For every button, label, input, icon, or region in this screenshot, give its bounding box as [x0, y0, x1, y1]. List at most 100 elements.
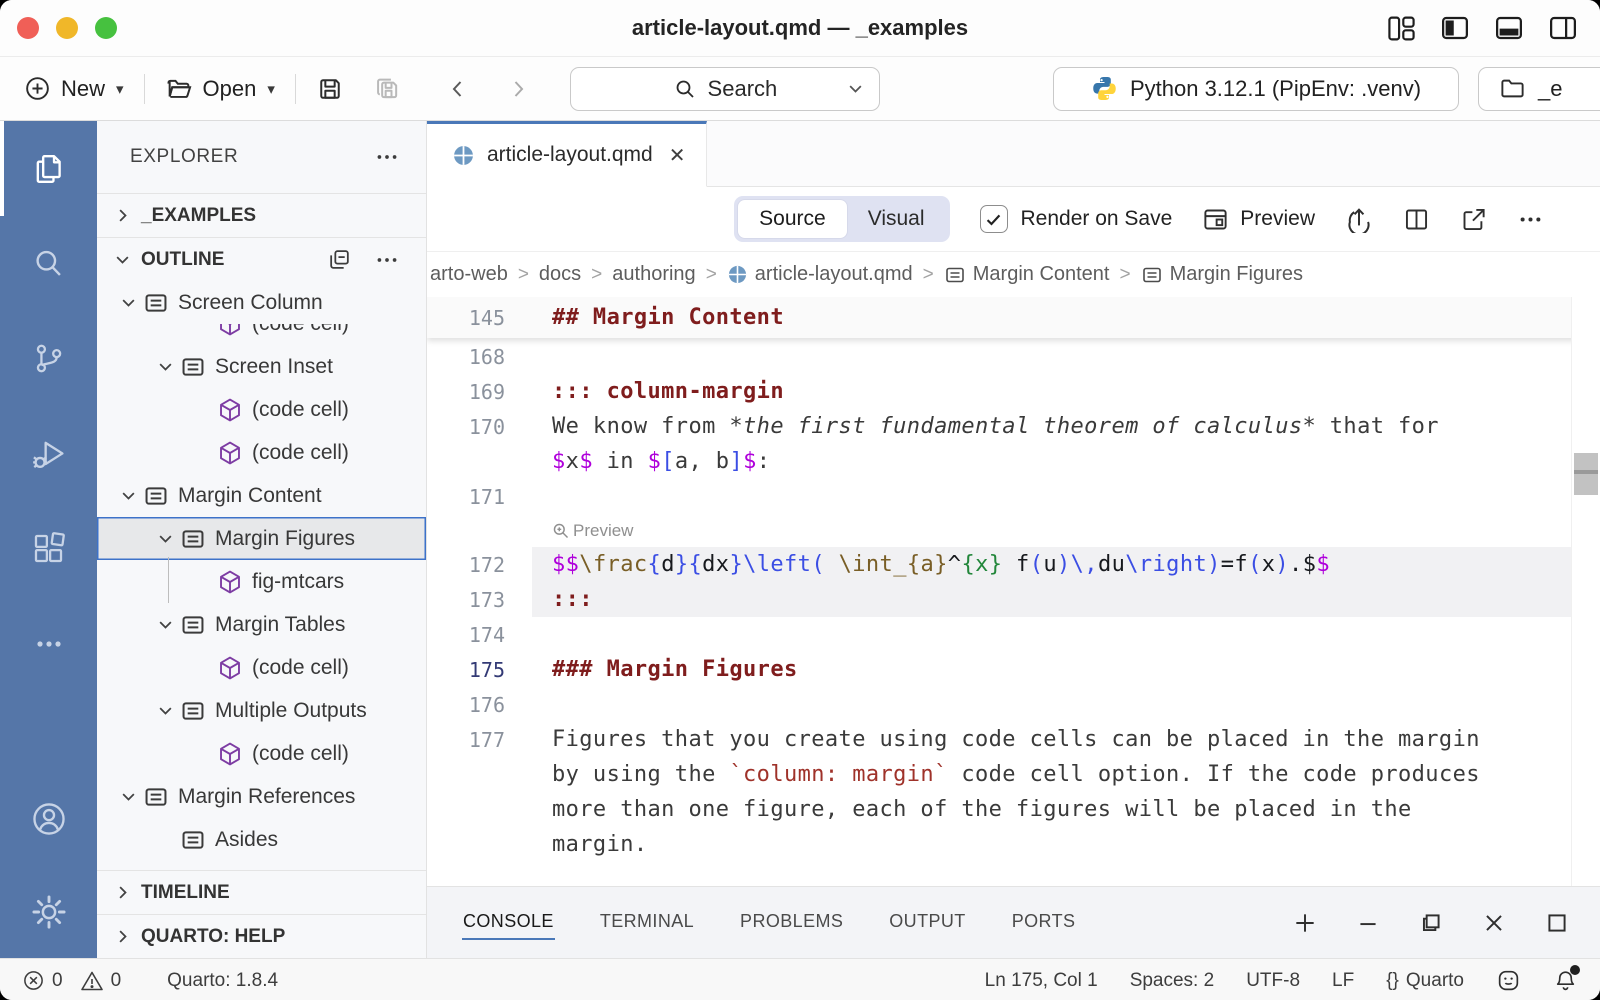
activity-settings-button[interactable]: [0, 865, 97, 958]
code-line[interactable]: 168: [427, 339, 1600, 374]
outline-item[interactable]: Screen Inset: [97, 345, 426, 388]
code-line[interactable]: by using the `column: margin` code cell …: [427, 757, 1600, 792]
save-icon[interactable]: [316, 75, 344, 103]
outline-item[interactable]: Margin Figures: [97, 517, 426, 560]
code-line[interactable]: 175### Margin Figures: [427, 652, 1600, 687]
code-line[interactable]: 169::: column-margin: [427, 374, 1600, 409]
activity-explorer-button[interactable]: [0, 121, 97, 216]
outline-item[interactable]: Margin Content: [97, 474, 426, 517]
breadcrumb-item[interactable]: Margin Content: [944, 263, 1110, 286]
code-line[interactable]: 177Figures that you create using code ce…: [427, 722, 1600, 757]
search-input[interactable]: Search: [570, 67, 880, 111]
section-examples[interactable]: _EXAMPLES: [97, 193, 426, 237]
panel-tab-terminal[interactable]: TERMINAL: [599, 905, 695, 940]
preview-button[interactable]: Preview: [1202, 206, 1315, 233]
section-timeline[interactable]: TIMELINE: [97, 870, 426, 914]
feedback-button[interactable]: [1496, 968, 1521, 993]
outline-item[interactable]: (code cell): [97, 646, 426, 689]
code-line[interactable]: margin.: [427, 827, 1600, 862]
section-quarto-help[interactable]: QUARTO: HELP: [97, 914, 426, 958]
quarto-version-status[interactable]: Quarto: 1.8.4: [167, 970, 278, 992]
close-window-button[interactable]: [17, 17, 39, 39]
section-outline[interactable]: OUTLINE: [97, 237, 426, 281]
eol-status[interactable]: LF: [1332, 970, 1354, 992]
save-all-icon[interactable]: [374, 75, 402, 103]
more-actions-icon[interactable]: [1517, 206, 1544, 233]
breadcrumb-item[interactable]: docs: [539, 263, 581, 286]
close-tab-icon[interactable]: ✕: [669, 143, 686, 168]
tab-article-layout[interactable]: article-layout.qmd ✕: [427, 121, 707, 187]
open-external-icon[interactable]: [1460, 206, 1487, 233]
sticky-line[interactable]: 145## Margin Content: [427, 297, 1600, 338]
navigate-forward-icon[interactable]: [506, 77, 530, 101]
panel-tab-output[interactable]: OUTPUT: [888, 905, 966, 940]
open-button[interactable]: Open ▾: [165, 75, 275, 103]
code-line[interactable]: 174: [427, 617, 1600, 652]
panel-restore-icon[interactable]: [1418, 910, 1444, 936]
render-on-save-control[interactable]: Render on Save: [980, 205, 1173, 233]
interpreter-selector-button[interactable]: Python 3.12.1 (PipEnv: .venv): [1053, 67, 1459, 111]
zoom-window-button[interactable]: [95, 17, 117, 39]
panel-tab-console[interactable]: CONSOLE: [462, 905, 555, 940]
panel-add-icon[interactable]: [1292, 910, 1318, 936]
panel-tab-problems[interactable]: PROBLEMS: [739, 905, 844, 940]
customize-layout-icon[interactable]: [1387, 14, 1416, 43]
language-mode-status[interactable]: {} Quarto: [1386, 970, 1464, 992]
outline-item[interactable]: fig-mtcars: [97, 560, 426, 603]
chevron-down-icon[interactable]: [846, 79, 865, 98]
code-line[interactable]: 145## Margin Content: [427, 297, 1600, 338]
panel-tab-ports[interactable]: PORTS: [1011, 905, 1077, 940]
new-button[interactable]: New ▾: [24, 75, 124, 102]
toggle-right-panel-icon[interactable]: [1548, 13, 1578, 43]
panel-maximize-icon[interactable]: [1544, 910, 1570, 936]
outline-item[interactable]: (code cell): [97, 388, 426, 431]
code-line[interactable]: 176: [427, 687, 1600, 722]
activity-search-button[interactable]: [0, 216, 97, 311]
outline-item[interactable]: Screen Column: [97, 281, 426, 324]
outline-item[interactable]: Multiple Outputs: [97, 689, 426, 732]
outline-item[interactable]: Asides: [97, 818, 426, 861]
cursor-position-status[interactable]: Ln 175, Col 1: [985, 970, 1098, 992]
breadcrumb-item[interactable]: Margin Figures: [1141, 263, 1303, 286]
activity-more-button[interactable]: [0, 596, 97, 691]
breadcrumb-item[interactable]: article-layout.qmd: [727, 263, 913, 286]
collapse-all-icon[interactable]: [327, 247, 352, 272]
more-actions-icon[interactable]: [374, 144, 400, 170]
problems-status[interactable]: 0 0: [22, 969, 121, 993]
panel-minimize-icon[interactable]: [1355, 910, 1381, 936]
outline-item[interactable]: (code cell): [97, 431, 426, 474]
workspace-button[interactable]: _e: [1478, 67, 1600, 111]
more-actions-icon[interactable]: [374, 247, 400, 273]
activity-source-control-button[interactable]: [0, 311, 97, 406]
toggle-bottom-panel-icon[interactable]: [1494, 13, 1524, 43]
notifications-button[interactable]: [1553, 968, 1578, 993]
source-mode-button[interactable]: Source: [738, 200, 847, 238]
outline-item[interactable]: Margin References: [97, 775, 426, 818]
indentation-status[interactable]: Spaces: 2: [1130, 970, 1215, 992]
editor-scrollbar[interactable]: [1571, 297, 1600, 886]
code-line[interactable]: more than one figure, each of the figure…: [427, 792, 1600, 827]
minimize-window-button[interactable]: [56, 17, 78, 39]
publish-icon[interactable]: [1345, 205, 1373, 233]
encoding-status[interactable]: UTF-8: [1246, 970, 1300, 992]
code-line[interactable]: $x$ in $[a, b]$:: [427, 444, 1600, 479]
code-line[interactable]: 171: [427, 479, 1600, 514]
panel-close-icon[interactable]: [1481, 910, 1507, 936]
visual-mode-button[interactable]: Visual: [847, 200, 946, 238]
checkbox-checked-icon[interactable]: [980, 205, 1008, 233]
code-editor[interactable]: 168169::: column-margin170We know from *…: [427, 297, 1600, 886]
split-editor-icon[interactable]: [1403, 206, 1430, 233]
code-line[interactable]: Preview: [427, 514, 1600, 547]
code-line[interactable]: 173:::: [427, 582, 1600, 617]
code-line[interactable]: 170We know from *the first fundamental t…: [427, 409, 1600, 444]
navigate-back-icon[interactable]: [446, 77, 470, 101]
breadcrumb-item[interactable]: authoring: [612, 263, 695, 286]
code-line[interactable]: 172$$\frac{d}{dx}\left( \int_{a}^{x} f(u…: [427, 547, 1600, 582]
outline-item[interactable]: Margin Tables: [97, 603, 426, 646]
activity-account-button[interactable]: [0, 772, 97, 865]
toggle-left-panel-icon[interactable]: [1440, 13, 1470, 43]
activity-extensions-button[interactable]: [0, 501, 97, 596]
activity-run-debug-button[interactable]: [0, 406, 97, 501]
scrollbar-thumb[interactable]: [1574, 453, 1598, 495]
outline-item[interactable]: (code cell): [97, 732, 426, 775]
